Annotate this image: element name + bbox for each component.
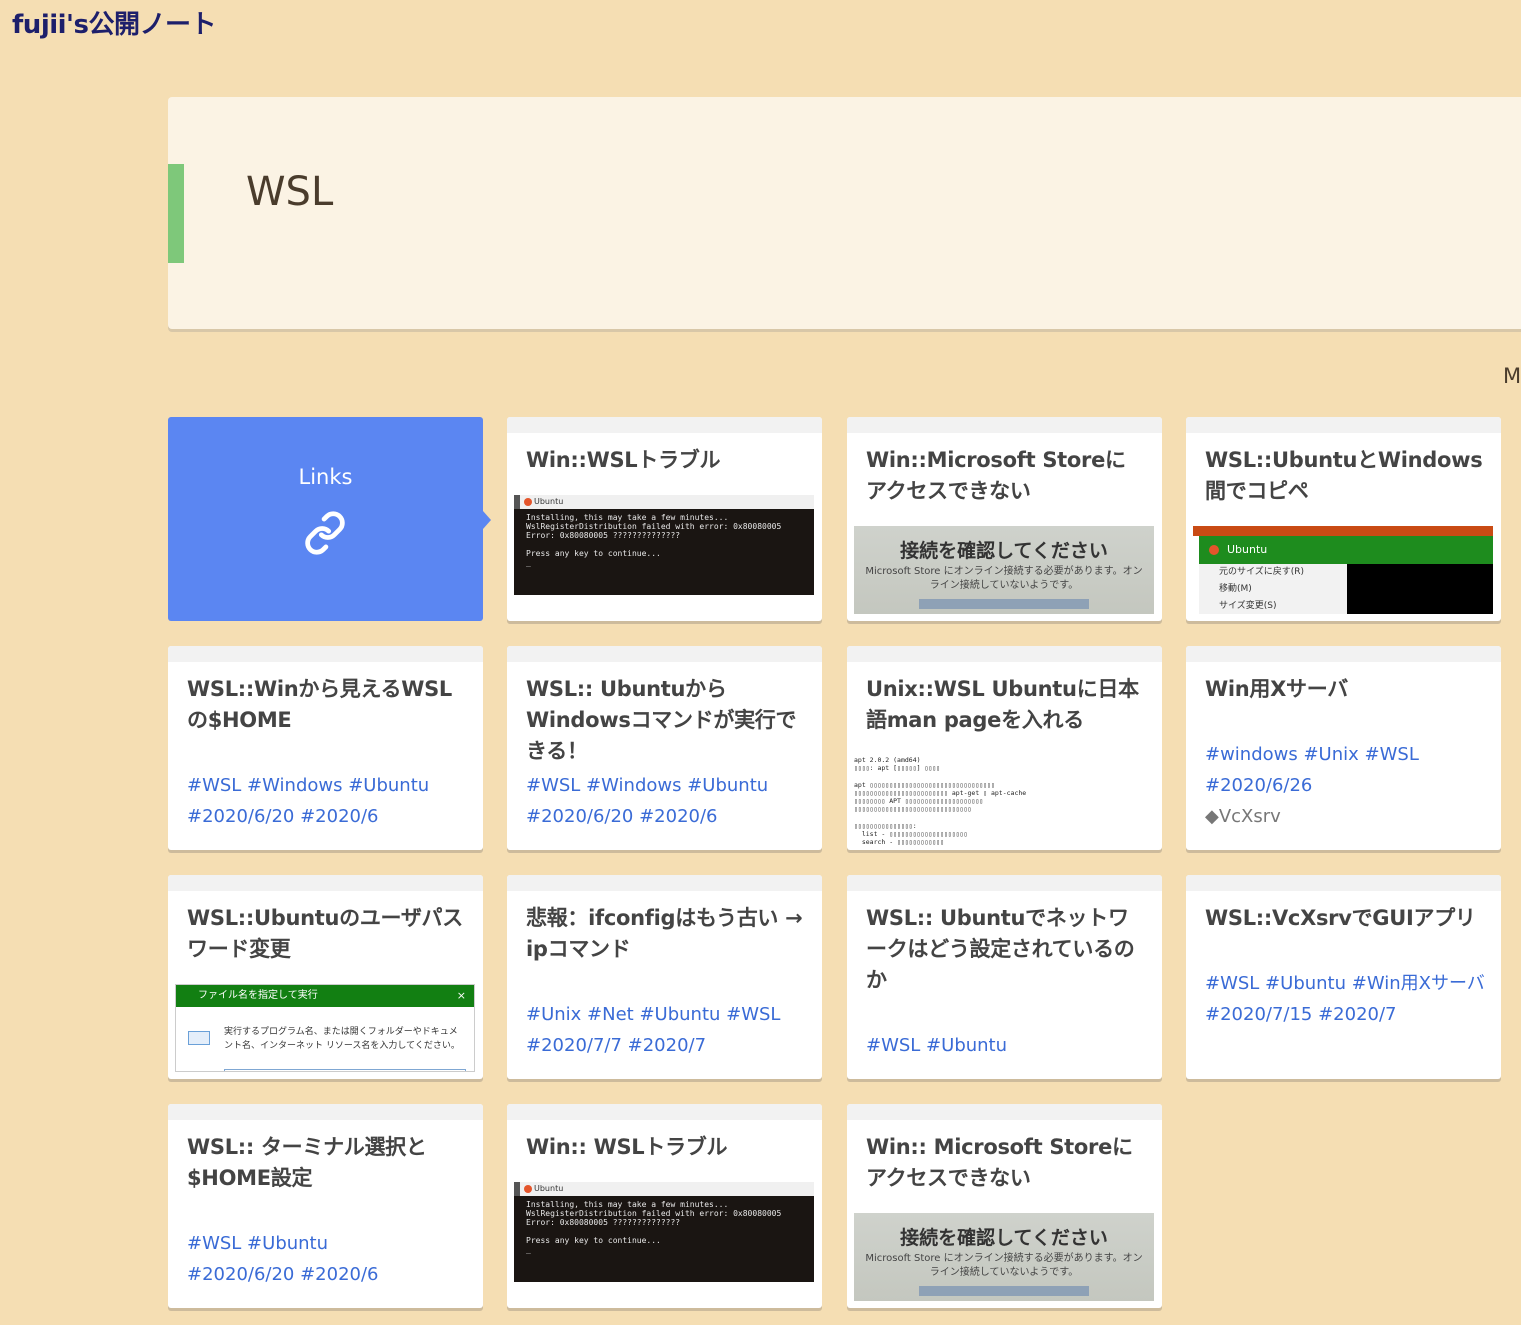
- tags-line[interactable]: #WSL #Ubuntu: [866, 1030, 1146, 1061]
- card-win-x-server[interactable]: Win用Xサーバ #windows #Unix #WSL #2020/6/26 …: [1186, 646, 1501, 850]
- menu-item: 移動(M): [1219, 584, 1252, 594]
- run-input-shape: [224, 1069, 466, 1071]
- more-label[interactable]: M: [1503, 364, 1521, 388]
- card-japanese-man-page[interactable]: Unix::WSL Ubuntuに日本語man pageを入れる apt 2.0…: [847, 646, 1162, 850]
- card-title: WSL:: UbuntuからWindowsコマンドが実行できる！: [526, 677, 797, 763]
- card-terminal-home[interactable]: WSL:: ターミナル選択と$HOME設定 #WSL #Ubuntu #2020…: [168, 1104, 483, 1308]
- card-tags[interactable]: #WSL #Windows #Ubuntu #2020/6/20 #2020/6: [526, 770, 806, 832]
- card-extra-text: ◆VcXsrv: [1205, 806, 1281, 827]
- window-menu: 元のサイズに戻す(R) 移動(M) サイズ変更(S): [1199, 564, 1367, 614]
- card-title: Win:: Microsoft Storeにアクセスできない: [866, 1135, 1133, 1190]
- card-thumbnail: Ubuntu Installing, this may take a few m…: [514, 495, 814, 595]
- tags-line[interactable]: #WSL #Windows #Ubuntu: [526, 770, 806, 801]
- card-ifconfig-ip[interactable]: 悲報：ifconfigはもう古い → ipコマンド #Unix #Net #Ub…: [507, 875, 822, 1079]
- tags-line[interactable]: #WSL #Ubuntu: [187, 1228, 467, 1259]
- links-card[interactable]: Links: [168, 417, 491, 621]
- close-icon: ×: [456, 989, 466, 1002]
- tags-line[interactable]: #2020/6/20 #2020/6: [187, 1259, 467, 1290]
- card-title: Unix::WSL Ubuntuに日本語man pageを入れる: [866, 677, 1139, 732]
- terminal-titlebar: Ubuntu: [514, 1182, 814, 1196]
- card-ubuntu-copy-paste[interactable]: WSL::UbuntuとWindows間でコピペ Ubuntu 元のサイズに戻す…: [1186, 417, 1501, 621]
- card-win-wsl-home[interactable]: WSL::Winから見えるWSLの$HOME #WSL #Windows #Ub…: [168, 646, 483, 850]
- page-title: WSL: [246, 169, 334, 215]
- card-thumbnail: 接続を確認してください Microsoft Store にオンライン接続する必要…: [854, 526, 1154, 614]
- card-vcxsrv-gui[interactable]: WSL::VcXsrvでGUIアプリ #WSL #Ubuntu #Win用Xサー…: [1186, 875, 1501, 1079]
- card-ubuntu-windows-cmd[interactable]: WSL:: UbuntuからWindowsコマンドが実行できる！ #WSL #W…: [507, 646, 822, 850]
- terminal-output: Installing, this may take a few minutes.…: [526, 513, 782, 567]
- tags-line[interactable]: #windows #Unix #WSL: [1205, 739, 1485, 770]
- card-title: WSL::VcXsrvでGUIアプリ: [1205, 906, 1476, 930]
- card-title: WSL::Ubuntuのユーザパスワード変更: [187, 906, 463, 961]
- site-title[interactable]: fujii's公開ノート: [12, 4, 217, 41]
- card-ubuntu-network[interactable]: WSL:: Ubuntuでネットワークはどう設定されているのか #WSL #Ub…: [847, 875, 1162, 1079]
- terminal-titlebar: Ubuntu: [514, 495, 814, 509]
- card-thumbnail: ファイル名を指定して実行 × 実行するプログラム名、または開くフォルダーやドキュ…: [175, 984, 475, 1072]
- thumb-top-strip: [1193, 526, 1493, 536]
- store-button-shape: [919, 599, 1089, 609]
- card-ubuntu-password[interactable]: WSL::Ubuntuのユーザパスワード変更 ファイル名を指定して実行 × 実行…: [168, 875, 483, 1079]
- card-thumbnail: Ubuntu 元のサイズに戻す(R) 移動(M) サイズ変更(S): [1193, 526, 1493, 614]
- card-tags[interactable]: #WSL #Ubuntu: [866, 1030, 1146, 1061]
- tags-line[interactable]: #2020/6/20 #2020/6: [187, 801, 467, 832]
- card-ms-store-2[interactable]: Win:: Microsoft Storeにアクセスできない 接続を確認してくだ…: [847, 1104, 1162, 1308]
- link-icon: [305, 511, 345, 555]
- store-button-shape: [919, 1286, 1089, 1296]
- card-title: Win用Xサーバ: [1205, 677, 1348, 701]
- run-dialog-title: ファイル名を指定して実行: [198, 990, 318, 1001]
- card-title: Win::Microsoft Storeにアクセスできない: [866, 448, 1126, 503]
- store-heading: 接続を確認してください: [900, 540, 1108, 562]
- run-dialog-text: 実行するプログラム名、または開くフォルダーやドキュメント名、インターネット リソ…: [224, 1027, 460, 1051]
- ubuntu-titlebar: Ubuntu: [1199, 536, 1493, 564]
- card-win-wsl-trouble[interactable]: Win::WSLトラブル Ubuntu Installing, this may…: [507, 417, 822, 621]
- card-ms-store[interactable]: Win::Microsoft Storeにアクセスできない 接続を確認してくださ…: [847, 417, 1162, 621]
- tags-line[interactable]: #2020/6/26: [1205, 770, 1485, 801]
- store-heading: 接続を確認してください: [900, 1227, 1108, 1249]
- tags-line[interactable]: #WSL #Ubuntu #Win用Xサーバ: [1205, 968, 1485, 999]
- terminal-output: Installing, this may take a few minutes.…: [526, 1200, 782, 1254]
- links-label: Links: [298, 465, 353, 489]
- card-win-wsl-trouble-2[interactable]: Win:: WSLトラブル Ubuntu Installing, this ma…: [507, 1104, 822, 1308]
- tags-line[interactable]: #2020/7/15 #2020/7: [1205, 999, 1485, 1030]
- page-header: WSL: [168, 97, 1521, 329]
- card-tags[interactable]: #windows #Unix #WSL #2020/6/26 ◆VcXsrv: [1205, 739, 1485, 832]
- card-title: Win::WSLトラブル: [526, 448, 721, 472]
- card-thumbnail: Ubuntu Installing, this may take a few m…: [514, 1182, 814, 1282]
- store-body: Microsoft Store にオンライン接続する必要があります。オンライン接…: [865, 1253, 1143, 1278]
- card-tags[interactable]: #Unix #Net #Ubuntu #WSL #2020/7/7 #2020/…: [526, 999, 806, 1061]
- tags-line[interactable]: #2020/6/20 #2020/6: [526, 801, 806, 832]
- card-title: Win:: WSLトラブル: [526, 1135, 728, 1159]
- card-tags[interactable]: #WSL #Ubuntu #Win用Xサーバ #2020/7/15 #2020/…: [1205, 968, 1485, 1030]
- menu-item: サイズ変更(S): [1219, 601, 1277, 611]
- card-title: WSL::UbuntuとWindows間でコピペ: [1205, 448, 1483, 503]
- tags-line[interactable]: #WSL #Windows #Ubuntu: [187, 770, 467, 801]
- card-thumbnail: 接続を確認してください Microsoft Store にオンライン接続する必要…: [854, 1213, 1154, 1301]
- title-accent-bar: [168, 164, 184, 263]
- run-icon: [188, 1031, 210, 1045]
- store-body: Microsoft Store にオンライン接続する必要があります。オンライン接…: [865, 566, 1143, 591]
- tags-line[interactable]: #Unix #Net #Ubuntu #WSL: [526, 999, 806, 1030]
- card-title: WSL:: Ubuntuでネットワークはどう設定されているのか: [866, 906, 1135, 992]
- card-title: WSL::Winから見えるWSLの$HOME: [187, 677, 453, 732]
- card-title: WSL:: ターミナル選択と$HOME設定: [187, 1135, 427, 1190]
- card-tags[interactable]: #WSL #Windows #Ubuntu #2020/6/20 #2020/6: [187, 770, 467, 832]
- menu-item: 元のサイズに戻す(R): [1219, 567, 1305, 577]
- man-page-text: apt 2.0.2 (amd64) ▯▯▯▯: apt [▯▯▯▯▯] ▯▯▯▯…: [854, 756, 1027, 847]
- tags-line[interactable]: #2020/7/7 #2020/7: [526, 1030, 806, 1061]
- card-title: 悲報：ifconfigはもう古い → ipコマンド: [526, 906, 803, 961]
- run-dialog-titlebar: ファイル名を指定して実行 ×: [176, 985, 474, 1007]
- terminal-area: [1347, 564, 1493, 614]
- card-tags[interactable]: #WSL #Ubuntu #2020/6/20 #2020/6: [187, 1228, 467, 1290]
- card-thumbnail: apt 2.0.2 (amd64) ▯▯▯▯: apt [▯▯▯▯▯] ▯▯▯▯…: [854, 752, 1154, 848]
